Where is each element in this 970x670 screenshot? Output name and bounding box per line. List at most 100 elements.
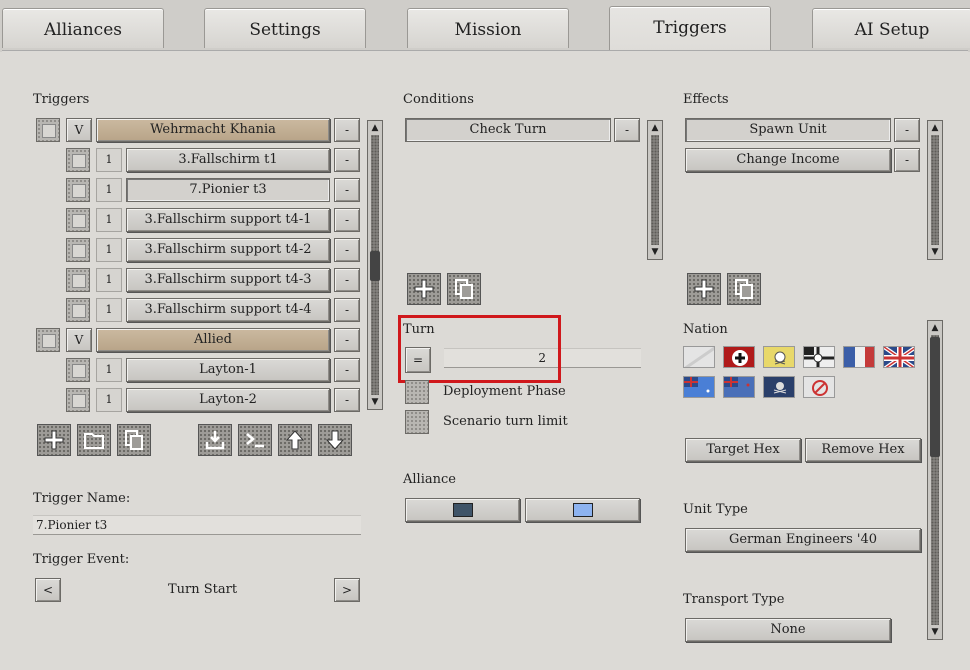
- trigger-enable-checkbox[interactable]: [66, 208, 90, 232]
- remove-effect-button[interactable]: -: [894, 118, 920, 142]
- remove-trigger-button[interactable]: -: [334, 388, 360, 412]
- import-icon[interactable]: [198, 424, 232, 456]
- remove-condition-button[interactable]: -: [614, 118, 640, 142]
- trigger-repeat-count[interactable]: 1: [96, 148, 122, 172]
- copy-effect-icon[interactable]: [727, 273, 761, 305]
- trigger-repeat-count[interactable]: 1: [96, 298, 122, 322]
- remove-trigger-button[interactable]: -: [334, 178, 360, 202]
- trigger-enable-checkbox[interactable]: [36, 118, 60, 142]
- flag-pirate-icon[interactable]: [763, 376, 795, 398]
- alliance-axis-button[interactable]: [405, 498, 520, 522]
- scroll-track[interactable]: [931, 135, 939, 245]
- flag-neutral-icon[interactable]: [683, 346, 715, 368]
- group-expand-button[interactable]: V: [66, 118, 92, 142]
- trigger-enable-checkbox[interactable]: [66, 358, 90, 382]
- trigger-list-item[interactable]: 3.Fallschirm support t4-2: [126, 238, 330, 262]
- folder-icon[interactable]: [77, 424, 111, 456]
- move-down-icon[interactable]: [318, 424, 352, 456]
- remove-trigger-button[interactable]: -: [334, 328, 360, 352]
- trigger-repeat-count[interactable]: 1: [96, 268, 122, 292]
- trigger-list-item[interactable]: 3.Fallschirm support t4-1: [126, 208, 330, 232]
- scroll-down-icon[interactable]: ▼: [648, 246, 662, 258]
- scroll-up-icon[interactable]: ▲: [928, 322, 942, 334]
- flag-uk-icon[interactable]: [883, 346, 915, 368]
- trigger-list-item[interactable]: 3.Fallschirm t1: [126, 148, 330, 172]
- trigger-group-item[interactable]: Allied: [96, 328, 330, 352]
- tab-settings[interactable]: Settings: [204, 8, 366, 48]
- trigger-group-item[interactable]: Wehrmacht Khania: [96, 118, 330, 142]
- move-up-icon[interactable]: [278, 424, 312, 456]
- trigger-repeat-count[interactable]: 1: [96, 388, 122, 412]
- effect-spawn-unit[interactable]: Spawn Unit: [685, 118, 891, 142]
- scroll-up-icon[interactable]: ▲: [928, 122, 942, 134]
- event-next-button[interactable]: >: [334, 578, 360, 602]
- tab-ai-setup[interactable]: AI Setup: [812, 8, 970, 48]
- remove-effect-button[interactable]: -: [894, 148, 920, 172]
- tab-mission[interactable]: Mission: [407, 8, 569, 48]
- trigger-list-item[interactable]: Layton-2: [126, 388, 330, 412]
- effect-options-scrollbar[interactable]: ▲ ▼: [927, 320, 943, 640]
- flag-ss-skull-icon[interactable]: [763, 346, 795, 368]
- effects-scrollbar[interactable]: ▲ ▼: [927, 120, 943, 260]
- remove-trigger-button[interactable]: -: [334, 268, 360, 292]
- trigger-enable-checkbox[interactable]: [66, 178, 90, 202]
- flag-new-zealand-icon[interactable]: [723, 376, 755, 398]
- trigger-enable-checkbox[interactable]: [66, 298, 90, 322]
- scroll-up-icon[interactable]: ▲: [368, 122, 382, 134]
- trigger-list-item[interactable]: Layton-1: [126, 358, 330, 382]
- remove-trigger-button[interactable]: -: [334, 358, 360, 382]
- trigger-enable-checkbox[interactable]: [66, 148, 90, 172]
- copy-icon[interactable]: [117, 424, 151, 456]
- deployment-phase-checkbox[interactable]: [405, 380, 429, 404]
- add-icon[interactable]: [37, 424, 71, 456]
- remove-trigger-button[interactable]: -: [334, 298, 360, 322]
- trigger-enable-checkbox[interactable]: [36, 328, 60, 352]
- trigger-name-input[interactable]: 7.Pionier t3: [33, 515, 361, 535]
- condition-check-turn[interactable]: Check Turn: [405, 118, 611, 142]
- scroll-up-icon[interactable]: ▲: [648, 122, 662, 134]
- flag-none-icon[interactable]: [803, 376, 835, 398]
- effect-change-income[interactable]: Change Income: [685, 148, 891, 172]
- trigger-list-item[interactable]: 7.Pionier t3: [126, 178, 330, 202]
- flag-italy-icon[interactable]: [843, 346, 875, 368]
- scroll-down-icon[interactable]: ▼: [928, 246, 942, 258]
- remove-trigger-button[interactable]: -: [334, 208, 360, 232]
- trigger-enable-checkbox[interactable]: [66, 268, 90, 292]
- remove-hex-button[interactable]: Remove Hex: [805, 438, 921, 462]
- scroll-track[interactable]: [651, 135, 659, 245]
- flag-kriegsmarine-icon[interactable]: [803, 346, 835, 368]
- alliance-allied-button[interactable]: [525, 498, 640, 522]
- remove-trigger-button[interactable]: -: [334, 148, 360, 172]
- deployment-phase-label: Deployment Phase: [443, 384, 566, 399]
- transport-type-selector[interactable]: None: [685, 618, 891, 642]
- remove-trigger-button[interactable]: -: [334, 238, 360, 262]
- unit-type-selector[interactable]: German Engineers '40: [685, 528, 921, 552]
- scroll-thumb[interactable]: [930, 337, 940, 457]
- event-prev-button[interactable]: <: [35, 578, 61, 602]
- flag-germany-icon[interactable]: [723, 346, 755, 368]
- trigger-list-item[interactable]: 3.Fallschirm support t4-4: [126, 298, 330, 322]
- add-condition-icon[interactable]: [407, 273, 441, 305]
- trigger-repeat-count[interactable]: 1: [96, 238, 122, 262]
- copy-condition-icon[interactable]: [447, 273, 481, 305]
- remove-trigger-button[interactable]: -: [334, 118, 360, 142]
- trigger-enable-checkbox[interactable]: [66, 388, 90, 412]
- trigger-list-item[interactable]: 3.Fallschirm support t4-3: [126, 268, 330, 292]
- add-effect-icon[interactable]: [687, 273, 721, 305]
- tab-alliances[interactable]: Alliances: [2, 8, 164, 48]
- flag-australia-icon[interactable]: [683, 376, 715, 398]
- conditions-scrollbar[interactable]: ▲ ▼: [647, 120, 663, 260]
- trigger-list-scrollbar[interactable]: ▲ ▼: [367, 120, 383, 410]
- trigger-repeat-count[interactable]: 1: [96, 208, 122, 232]
- tab-triggers[interactable]: Triggers: [609, 6, 771, 52]
- group-expand-button[interactable]: V: [66, 328, 92, 352]
- scroll-down-icon[interactable]: ▼: [928, 626, 942, 638]
- trigger-repeat-count[interactable]: 1: [96, 178, 122, 202]
- trigger-repeat-count[interactable]: 1: [96, 358, 122, 382]
- console-icon[interactable]: [238, 424, 272, 456]
- scroll-down-icon[interactable]: ▼: [368, 396, 382, 408]
- scenario-turn-limit-checkbox[interactable]: [405, 410, 429, 434]
- scroll-thumb[interactable]: [370, 251, 380, 281]
- trigger-enable-checkbox[interactable]: [66, 238, 90, 262]
- target-hex-button[interactable]: Target Hex: [685, 438, 801, 462]
